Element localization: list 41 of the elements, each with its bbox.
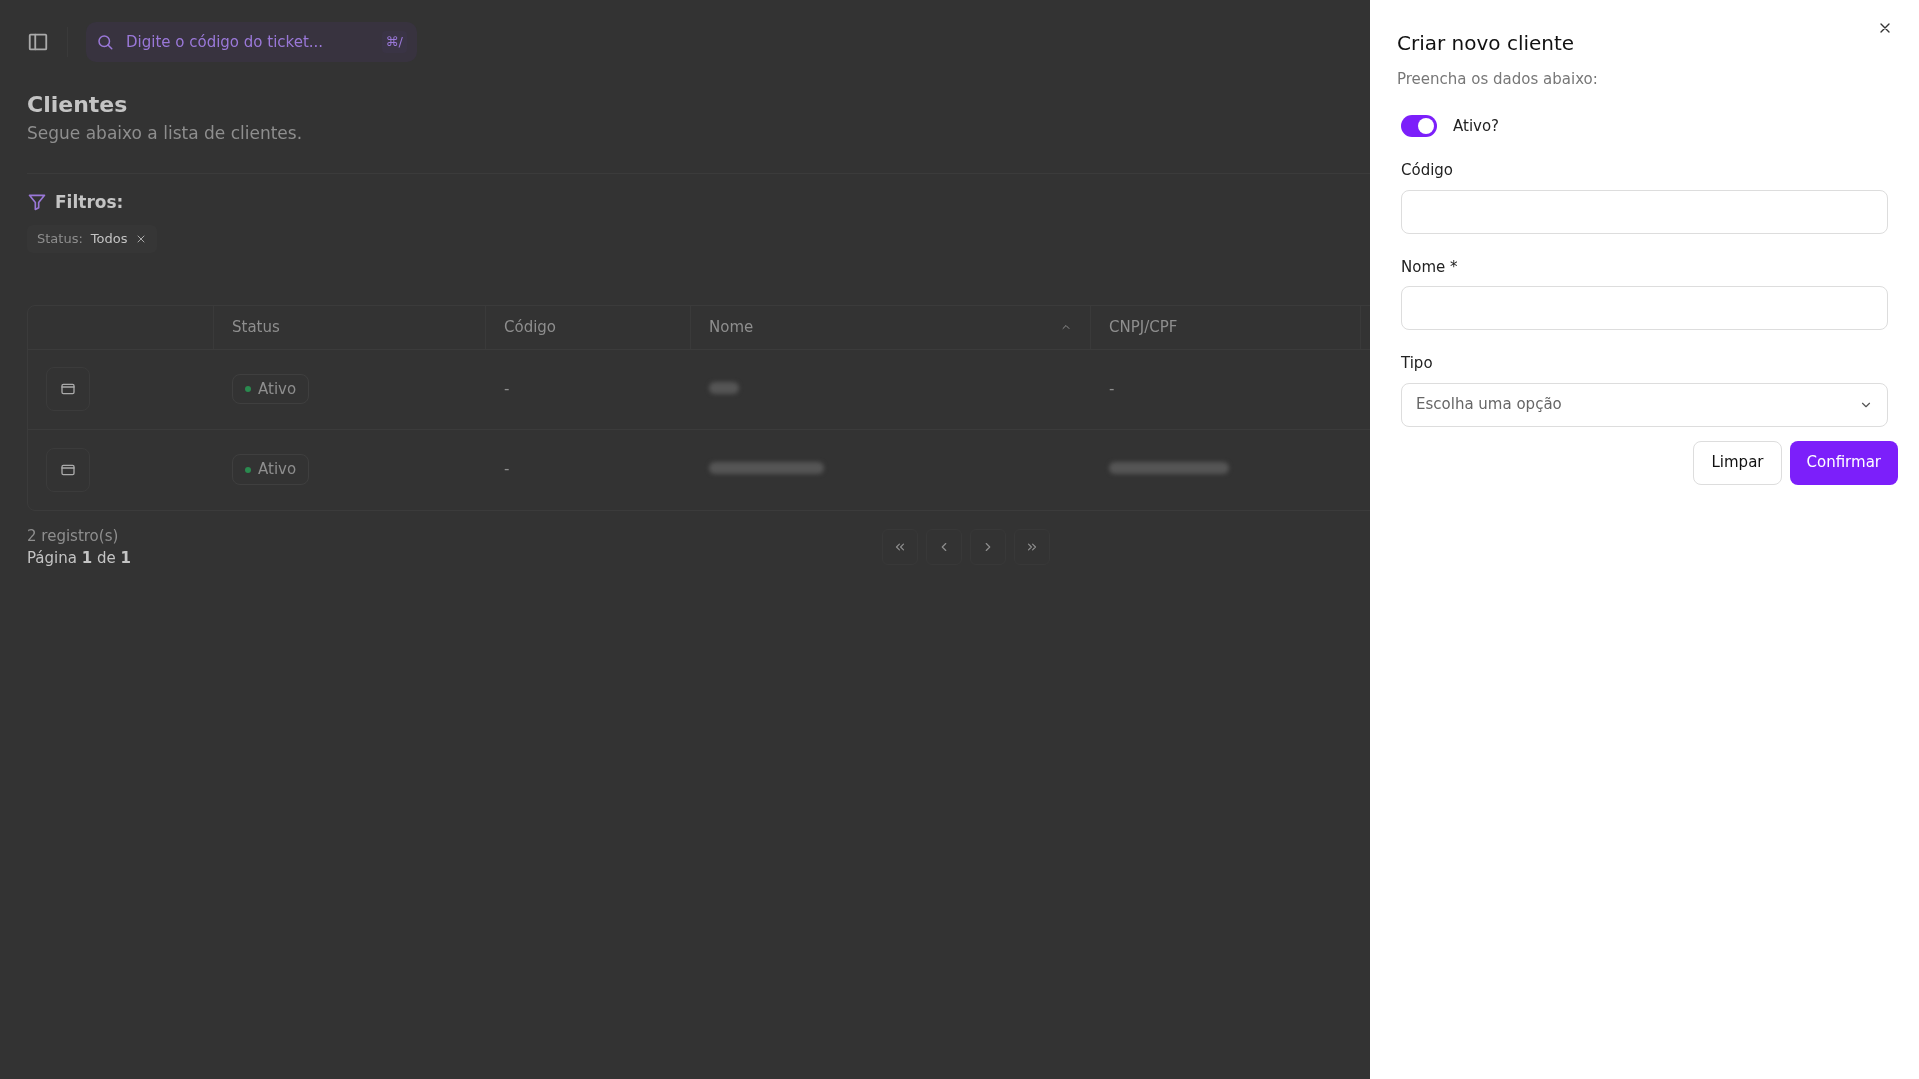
search-icon [96,33,114,51]
toggle-switch[interactable] [1401,114,1437,137]
table-cell-text: - [503,459,511,481]
page-subtitle: Segue abaixo a lista de clientes. [27,122,304,145]
status-badge: Ativo [232,373,310,405]
status-dot [245,386,251,392]
record-count: 2 registro(s) [27,525,120,547]
table-cell: - [1109,379,1115,398]
table-cell-text: - [503,378,511,400]
window-icon [60,381,76,397]
first-page-icon[interactable] [893,540,907,554]
toggle-label: Ativo? [1453,115,1500,137]
column-header[interactable]: Status [214,305,486,349]
filter-chip-name: Status: [37,230,83,248]
drawer-title: Criar novo cliente [1397,30,1575,57]
filter-chip-value: Todos [90,230,128,248]
filters-label: Filtros: [55,190,124,214]
filter-icon [27,192,47,213]
status-badge: Ativo [232,454,310,485]
field-label: Código [1401,160,1455,181]
drawer-subtitle: Preencha os dados abaixo: [1397,69,1599,90]
column-header[interactable]: CNPJ/CPF [1091,305,1361,349]
search-field[interactable]: Digite o código do ticket... ⌘/ [86,22,417,62]
text-field[interactable] [1401,189,1888,234]
sidebar-toggle-icon[interactable] [27,31,49,53]
shortcut-hint: ⌘/ [381,31,407,53]
text-field[interactable] [1401,286,1888,330]
page-indicator: Página 1 de 1 [27,548,132,569]
status-dot [245,466,251,473]
column-header[interactable]: Código [486,305,691,349]
field-label: Nome * [1401,256,1459,278]
select-field[interactable]: Escolha uma opção [1401,382,1888,427]
last-page-icon[interactable] [1025,540,1039,554]
open-record-button[interactable] [46,447,90,492]
column-header[interactable]: Nome [691,305,1091,349]
field-label: Tipo [1401,353,1434,374]
search-input[interactable]: Digite o código do ticket... [124,29,372,55]
page-title: Clientes [27,91,129,119]
open-record-button[interactable] [46,367,90,411]
confirm-button[interactable]: Confirmar [1789,440,1898,485]
clear-button[interactable]: Limpar [1693,440,1782,485]
